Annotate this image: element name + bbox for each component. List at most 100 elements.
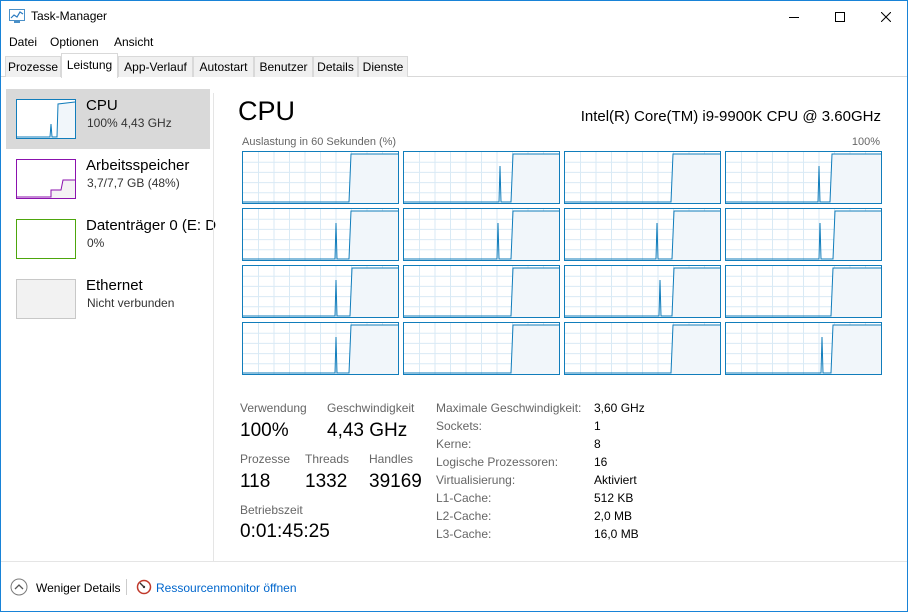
processor-graph-canvas [243,152,398,203]
logical-processor-graph [564,322,721,375]
maximize-button[interactable] [817,1,863,32]
info-label-max-speed: Maximale Geschwindigkeit: [436,401,582,415]
fewer-details-button[interactable]: Weniger Details [36,581,120,595]
processor-graph-canvas [565,266,720,317]
usage-area [511,211,559,260]
processor-graph-canvas [404,152,559,203]
sidebar-item-label: Arbeitsspeicher [86,157,190,174]
maximize-icon [835,11,845,22]
logical-processor-graph [725,208,882,261]
processor-graph-canvas [404,266,559,317]
minimize-button[interactable] [771,1,817,32]
tab-dienste[interactable]: Dienste [358,56,408,77]
cpu-thumbnail-graph [16,99,76,139]
logical-processor-graph [242,322,399,375]
logical-processor-graph [564,208,721,261]
info-label-logical-processors: Logische Prozessoren: [436,455,559,469]
pane-divider[interactable] [213,93,214,561]
info-value-virtualization: Aktiviert [594,473,637,487]
processor-graph-canvas [726,266,881,317]
usage-area [671,325,720,374]
tab-leistung[interactable]: Leistung [61,53,118,78]
sidebar-item-sub: 0% [87,236,105,250]
processor-graph-canvas [404,323,559,374]
processes-label: Prozesse [240,452,291,466]
sidebar-item-disk[interactable]: Datenträger 0 (E: D 0% [6,209,216,269]
logical-processor-graph [564,265,721,318]
sidebar-item-label: Ethernet [86,277,143,294]
info-value-cores: 8 [594,437,601,451]
tab-prozesse[interactable]: Prozesse [5,56,61,77]
info-value-l2-cache: 2,0 MB [594,509,633,523]
info-value-l1-cache: 512 KB [594,491,634,505]
usage-area [831,268,881,317]
resource-monitor-icon [136,579,152,600]
menu-ansicht[interactable]: Ansicht [114,35,153,49]
sidebar-item-sub: Nicht verbunden [87,296,175,310]
uptime-label: Betriebszeit [240,503,303,517]
chevron-up-circle-icon[interactable] [10,578,28,601]
usage-area [830,154,881,203]
disk-thumbnail-graph [16,219,76,259]
sidebar-item-ethernet[interactable]: Ethernet Nicht verbunden [6,269,210,329]
threads-value: 1332 [305,471,348,492]
usage-area [511,154,559,203]
handles-value: 39169 [369,471,422,492]
usage-area [833,211,881,260]
usage-value: 100% [240,420,289,441]
usage-area [511,325,559,374]
sidebar-item-cpu[interactable]: CPU 100% 4,43 GHz [6,89,210,149]
info-label-l3-cache: L3-Cache: [436,527,492,541]
ethernet-thumbnail-graph [16,279,76,319]
usage-area [350,268,398,317]
info-value-logical-processors: 16 [594,455,608,469]
info-label-virtualization: Virtualisierung: [436,473,516,487]
page-title: CPU [238,96,296,126]
usage-area [349,325,398,374]
cpu-model-name: Intel(R) Core(TM) i9-9900K CPU @ 3.60GHz [580,108,881,125]
logical-processor-graph [403,151,560,204]
usage-area [672,268,720,317]
title-bar[interactable]: Task-Manager [1,1,907,32]
logical-processor-graph [725,265,882,318]
threads-label: Threads [305,452,350,466]
footer-bar: Weniger Details Ressourcenmonitor öffnen [1,561,907,612]
processor-graph-canvas [726,209,881,260]
processor-graph-canvas [565,152,720,203]
processor-graph-canvas [243,209,398,260]
logical-processor-graph [242,151,399,204]
tab-autostart[interactable]: Autostart [193,56,254,77]
logical-processor-graph [564,151,721,204]
resource-monitor-link[interactable]: Ressourcenmonitor öffnen [156,581,297,595]
tab-app-verlauf[interactable]: App-Verlauf [118,56,193,77]
usage-area [511,268,559,317]
speed-label: Geschwindigkeit [327,401,415,415]
info-label-cores: Kerne: [436,437,472,451]
tab-benutzer[interactable]: Benutzer [254,56,313,77]
menu-optionen[interactable]: Optionen [50,35,99,49]
usage-area [831,325,881,374]
usage-area [349,154,398,203]
sidebar-item-label: CPU [86,97,118,114]
logical-processor-graph [242,208,399,261]
sidebar-item-sub: 3,7/7,7 GB (48%) [87,176,180,190]
info-value-l3-cache: 16,0 MB [594,527,639,541]
menu-datei[interactable]: Datei [9,35,37,49]
tab-details[interactable]: Details [313,56,358,77]
footer-divider [126,579,127,595]
processor-graph-canvas [565,323,720,374]
sidebar-item-sub: 100% 4,43 GHz [87,116,172,130]
info-value-sockets: 1 [594,419,601,433]
graph-max-label: 100% [851,136,880,148]
sidebar-item-memory[interactable]: Arbeitsspeicher 3,7/7,7 GB (48%) [6,149,210,209]
processor-graph-canvas [726,152,881,203]
task-manager-window: Task-Manager Datei Optionen Ansicht Proz… [0,0,908,612]
handles-label: Handles [369,452,414,466]
usage-area [349,211,398,260]
usage-area [671,154,720,203]
info-label-sockets: Sockets: [436,419,483,433]
close-button[interactable] [863,1,908,32]
processor-graph-canvas [243,323,398,374]
logical-processor-graph [403,208,560,261]
logical-processor-graphs[interactable] [242,151,883,375]
